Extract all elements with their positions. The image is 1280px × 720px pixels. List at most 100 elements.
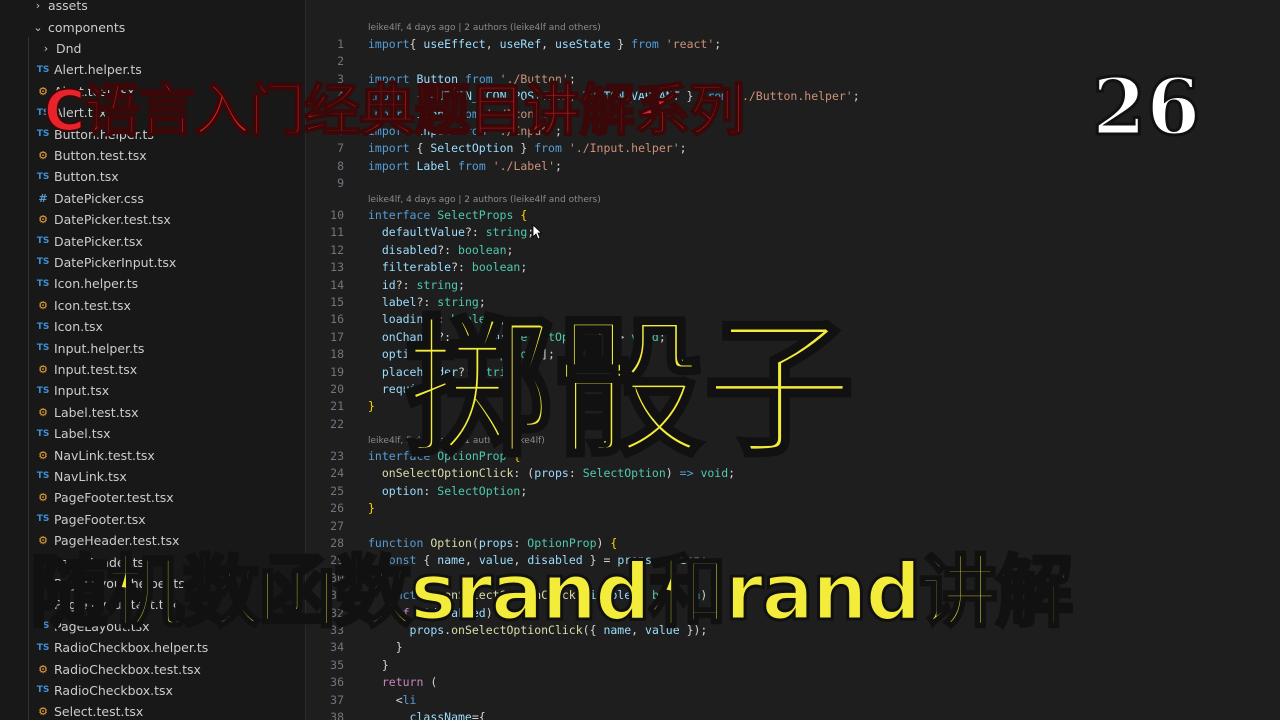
code-token: 'react' — [665, 37, 715, 51]
file-item[interactable]: ⚙ PageFooter.test.tsx — [36, 487, 174, 508]
line-number: 12 — [330, 242, 344, 257]
code-token: ; — [555, 158, 562, 173]
code-token: , — [541, 37, 555, 51]
tree-item-label: PageFooter.tsx — [54, 511, 146, 527]
tree-item-label: Icon.tsx — [54, 319, 103, 335]
code-line[interactable]: 9 — [306, 175, 1280, 192]
code-line[interactable]: 8 import Label from './Label'; — [306, 158, 1280, 175]
chevron-right-icon[interactable]: › — [32, 0, 44, 12]
typescript-file-icon: TS — [36, 171, 50, 182]
file-item[interactable]: TS Label.tsx — [36, 423, 111, 444]
line-number: 36 — [330, 675, 344, 690]
code-line[interactable]: 1 import{ useEffect, useRef, useState } f… — [306, 36, 1280, 53]
line-number: 25 — [330, 483, 344, 498]
code-token: string — [485, 225, 528, 240]
code-line[interactable]: 25 option: SelectOption; — [306, 483, 1280, 500]
file-item[interactable]: ⚙ Input.test.tsx — [36, 359, 137, 380]
line-number: 35 — [330, 657, 344, 672]
episode-number-overlay: 26 — [1091, 61, 1203, 155]
file-item[interactable]: TS PageFooter.tsx — [36, 509, 146, 530]
line-number: 13 — [330, 260, 344, 275]
tree-item-label: Label.test.tsx — [54, 404, 139, 420]
file-item[interactable]: TS NavLink.tsx — [36, 466, 127, 487]
line-number: 17 — [330, 329, 344, 344]
line-code: interface SelectProps { — [368, 207, 527, 224]
tree-item-label: RadioCheckbox.helper.ts — [54, 640, 209, 656]
code-token: SelectOption — [437, 483, 521, 498]
code-line[interactable]: 38 className={ — [306, 709, 1280, 720]
folder-item[interactable]: ⌄ components — [32, 16, 125, 37]
code-token: SelectProps — [437, 208, 514, 222]
file-item[interactable]: ⚙ DatePicker.test.tsx — [36, 209, 171, 230]
line-code: option: SelectOption; — [368, 483, 527, 500]
file-item[interactable]: ⚙ Button.test.tsx — [36, 145, 147, 166]
line-number: 10 — [330, 208, 344, 222]
code-line[interactable]: 35 } — [306, 657, 1280, 674]
mouse-pointer-icon — [532, 224, 542, 240]
typescript-file-icon: TS — [36, 428, 50, 439]
test-file-icon: ⚙ — [38, 705, 48, 719]
git-blame-annotation[interactable]: leike4lf, 4 days ago | 2 authors (leike4… — [368, 193, 601, 207]
code-token: from — [631, 37, 659, 51]
folder-item[interactable]: › assets — [32, 0, 88, 16]
code-line[interactable]: 12 disabled?: boolean; — [306, 242, 1280, 259]
code-token: { — [520, 208, 528, 222]
code-token: ?: — [464, 225, 486, 240]
code-token: li — [402, 692, 417, 707]
file-item[interactable]: ⚙ Icon.test.tsx — [36, 295, 131, 316]
code-token: option — [381, 483, 424, 498]
line-code: import{ useEffect, useRef, useState } fr… — [368, 36, 721, 53]
code-line[interactable]: 36 return ( — [306, 674, 1280, 691]
line-number: 14 — [330, 277, 344, 292]
typescript-file-icon: TS — [36, 685, 50, 696]
tree-item-label: RadioCheckbox.test.tsx — [54, 661, 201, 677]
folder-item[interactable]: › Dnd — [40, 38, 82, 59]
code-line[interactable]: 10 interface SelectProps { — [306, 207, 1280, 224]
test-file-icon: ⚙ — [38, 662, 48, 676]
line-code: } — [368, 398, 375, 415]
chevron-down-icon[interactable]: ⌄ — [32, 21, 44, 34]
code-token: import — [368, 37, 410, 51]
file-item[interactable]: TS Button.tsx — [36, 166, 119, 187]
file-item[interactable]: TS Input.tsx — [36, 380, 109, 401]
file-item[interactable]: TS RadioCheckbox.tsx — [36, 680, 173, 701]
line-number: 1 — [337, 37, 344, 51]
file-item[interactable]: TS Input.helper.ts — [36, 337, 145, 358]
code-token: } — [368, 657, 389, 672]
code-token: Label — [416, 158, 452, 173]
file-item[interactable]: TS DatePickerInput.tsx — [36, 252, 177, 273]
git-blame-annotation[interactable]: leike4lf, 4 days ago | 2 authors (leike4… — [368, 21, 601, 35]
test-file-icon: ⚙ — [38, 213, 48, 227]
line-number: 15 — [330, 295, 344, 309]
file-item[interactable]: # DatePicker.css — [36, 188, 144, 209]
file-item[interactable]: TS Icon.helper.ts — [36, 273, 139, 294]
series-title-overlay: C语言入门经典题目讲解系列 — [43, 78, 746, 145]
code-line[interactable]: 11 defaultValue?: string; — [306, 224, 1280, 241]
file-item[interactable]: ⚙ Label.test.tsx — [36, 402, 139, 423]
code-token: { — [409, 37, 424, 51]
file-item[interactable]: TS Icon.tsx — [36, 316, 103, 337]
file-item[interactable]: ⚙ Select.test.tsx — [36, 701, 143, 720]
file-item[interactable]: ⚙ NavLink.test.tsx — [36, 444, 155, 465]
tree-item-label: DatePicker.css — [54, 190, 144, 206]
line-number: 21 — [330, 399, 344, 414]
code-line[interactable]: 37 <li — [306, 692, 1280, 709]
tree-item-label: NavLink.tsx — [54, 468, 127, 484]
chevron-right-icon[interactable]: › — [40, 42, 52, 55]
test-file-icon: ⚙ — [38, 491, 48, 505]
file-item[interactable]: ⚙ RadioCheckbox.test.tsx — [36, 658, 201, 679]
file-item[interactable]: TS DatePicker.tsx — [36, 230, 143, 251]
code-token: ; — [714, 37, 722, 51]
tree-item-label: Dnd — [56, 40, 82, 56]
line-code: defaultValue?: string; — [368, 224, 534, 241]
tree-item-label: Button.tsx — [54, 169, 119, 185]
code-line[interactable]: 26} — [306, 500, 1280, 517]
typescript-file-icon: TS — [36, 343, 50, 354]
tree-item-label: NavLink.test.tsx — [54, 447, 155, 463]
